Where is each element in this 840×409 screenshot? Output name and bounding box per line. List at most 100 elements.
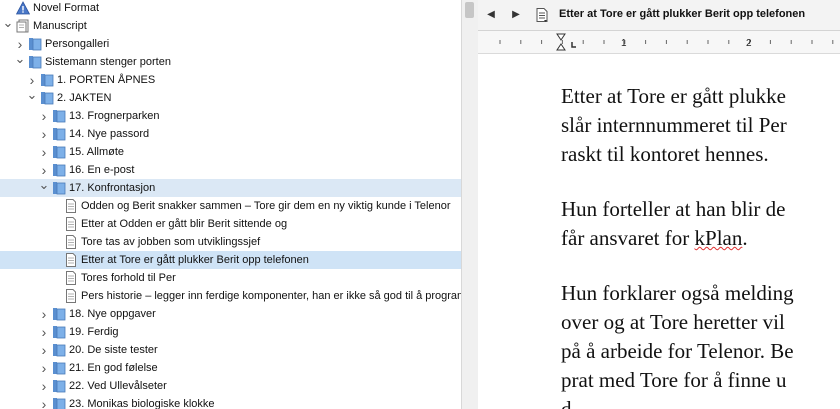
binder-item-label: Odden og Berit snakker sammen – Tore gir… <box>81 200 451 212</box>
folder-icon <box>53 110 66 123</box>
text-line: Hun forteller at han blir de <box>561 197 786 221</box>
document-icon <box>66 199 76 213</box>
back-button[interactable]: ◀ <box>483 7 499 23</box>
binder-folder-row[interactable]: ⌄ 17. Konfrontasjon <box>0 179 461 197</box>
binder-document-row[interactable]: Tores forhold til Per <box>0 269 461 287</box>
document-icon <box>66 217 76 231</box>
folder-icon <box>53 344 66 357</box>
binder-document-row[interactable]: Odden og Berit snakker sammen – Tore gir… <box>0 197 461 215</box>
binder-item-label: Tores forhold til Per <box>81 272 176 284</box>
chevron-right-icon[interactable]: › <box>38 107 50 125</box>
chevron-right-icon[interactable]: › <box>38 341 50 359</box>
folder-icon <box>53 164 66 177</box>
folder-icon <box>53 182 66 195</box>
binder-folder-row[interactable]: › 13. Frognerparken <box>0 107 461 125</box>
warning-icon <box>16 1 30 15</box>
binder-scrollbar[interactable] <box>461 0 478 409</box>
chevron-down-icon[interactable]: ⌄ <box>26 89 38 107</box>
chevron-right-icon[interactable]: › <box>38 377 50 395</box>
binder-panel: Novel Format ⌄ Manuscript › Persongalleri ⌄ Si… <box>0 0 461 409</box>
paragraph-3: Hun forklarer også melding over og at To… <box>561 279 840 409</box>
forward-button[interactable]: ▶ <box>508 7 524 23</box>
folder-icon <box>53 398 66 409</box>
first-indent-marker[interactable] <box>556 33 566 41</box>
binder-document-row[interactable]: Pers historie – legger inn ferdige kompo… <box>0 287 461 305</box>
binder-folder-row[interactable]: › 14. Nye passord <box>0 125 461 143</box>
document-menu-icon[interactable] <box>536 8 548 22</box>
chevron-down-icon[interactable]: ⌄ <box>14 53 26 71</box>
binder-folder-row[interactable]: › 15. Allmøte <box>0 143 461 161</box>
binder-item-label: Etter at Tore er gått plukker Berit opp … <box>81 254 309 266</box>
chevron-right-icon[interactable]: › <box>38 323 50 341</box>
paragraph-1: Etter at Tore er gått plukke slår intern… <box>561 82 840 169</box>
ruler-scale: 1 2 <box>499 33 834 51</box>
text-line: raskt til kontoret hennes. <box>561 142 769 166</box>
binder-folder-row[interactable]: › 20. De siste tester <box>0 341 461 359</box>
chevron-right-icon[interactable]: › <box>38 125 50 143</box>
folder-icon <box>53 362 66 375</box>
binder-folder-row[interactable]: Novel Format <box>0 0 461 17</box>
folder-icon <box>53 308 66 321</box>
binder-folder-row[interactable]: › 21. En god følelse <box>0 359 461 377</box>
binder-item-label: 15. Allmøte <box>69 146 125 158</box>
text-line: d <box>561 397 572 409</box>
text-line: slår internnummeret til Per <box>561 113 787 137</box>
text-line: får ansvaret for kPlan. <box>561 224 840 253</box>
chevron-right-icon[interactable]: › <box>38 359 50 377</box>
binder-folder-row[interactable]: › 23. Monikas biologiske klokke <box>0 395 461 409</box>
chevron-right-icon[interactable]: › <box>38 143 50 161</box>
ruler-number-2: 2 <box>746 38 752 49</box>
scrollbar-thumb[interactable] <box>465 2 474 18</box>
binder-item-label: Manuscript <box>33 20 87 32</box>
binder-item-label: 21. En god følelse <box>69 362 158 374</box>
binder-item-label: Tore tas av jobben som utviklingssjef <box>81 236 261 248</box>
binder-folder-row[interactable]: › 1. PORTEN ÅPNES <box>0 71 461 89</box>
binder-document-row[interactable]: Etter at Tore er gått plukker Berit opp … <box>0 251 461 269</box>
binder-folder-row[interactable]: ⌄ 2. JAKTEN <box>0 89 461 107</box>
chevron-right-icon[interactable]: › <box>14 35 26 53</box>
binder-folder-row[interactable]: ⌄ Sistemann stenger porten <box>0 53 461 71</box>
chevron-down-icon[interactable]: ⌄ <box>38 179 50 197</box>
binder-folder-row[interactable]: › 16. En e-post <box>0 161 461 179</box>
misspelled-word: kPlan <box>694 226 743 250</box>
binder-item-label: 19. Ferdig <box>69 326 119 338</box>
folder-icon <box>41 74 54 87</box>
tab-stop-marker[interactable] <box>571 42 576 48</box>
document-icon <box>66 289 76 303</box>
binder-item-label: Etter at Odden er gått blir Berit sitten… <box>81 218 288 230</box>
text-line: Hun forklarer også melding <box>561 281 794 305</box>
binder-folder-row[interactable]: ⌄ Manuscript <box>0 17 461 35</box>
folder-icon <box>29 38 42 51</box>
folder-icon <box>53 146 66 159</box>
editor-header: ◀ ▶ Etter at Tore er gått plukker Berit … <box>478 0 840 31</box>
folder-icon <box>41 92 54 105</box>
binder-item-label: 17. Konfrontasjon <box>69 182 156 194</box>
text-line: Etter at Tore er gått plukke <box>561 84 786 108</box>
binder-item-label: 14. Nye passord <box>69 128 150 140</box>
binder-item-label: Novel Format <box>33 2 100 14</box>
folder-icon <box>53 326 66 339</box>
chevron-right-icon[interactable]: › <box>38 161 50 179</box>
binder-item-label: Pers historie – legger inn ferdige kompo… <box>81 290 461 302</box>
binder-folder-row[interactable]: › 18. Nye oppgaver <box>0 305 461 323</box>
binder-document-row[interactable]: Etter at Odden er gått blir Berit sitten… <box>0 215 461 233</box>
binder-folder-row[interactable]: › 22. Ved Ullevålseter <box>0 377 461 395</box>
binder-item-label: 13. Frognerparken <box>69 110 160 122</box>
binder-item-label: 23. Monikas biologiske klokke <box>69 398 215 409</box>
chevron-right-icon[interactable]: › <box>38 395 50 409</box>
left-indent-marker[interactable] <box>556 43 566 51</box>
binder-folder-row[interactable]: › 19. Ferdig <box>0 323 461 341</box>
binder-document-row[interactable]: Tore tas av jobben som utviklingssjef <box>0 233 461 251</box>
text-line: over og at Tore heretter vil <box>561 310 785 334</box>
binder-item-label: 16. En e-post <box>69 164 135 176</box>
binder-item-label: 2. JAKTEN <box>57 92 112 104</box>
editor-text-area[interactable]: Etter at Tore er gått plukke slår intern… <box>478 54 840 409</box>
binder-item-label: 20. De siste tester <box>69 344 158 356</box>
chevron-right-icon[interactable]: › <box>26 71 38 89</box>
binder-item-label: 1. PORTEN ÅPNES <box>57 74 156 86</box>
chevron-right-icon[interactable]: › <box>38 305 50 323</box>
binder-item-label: 22. Ved Ullevålseter <box>69 380 167 392</box>
ruler[interactable]: 1 2 <box>478 31 840 54</box>
chevron-down-icon[interactable]: ⌄ <box>2 17 14 35</box>
binder-folder-row[interactable]: › Persongalleri <box>0 35 461 53</box>
